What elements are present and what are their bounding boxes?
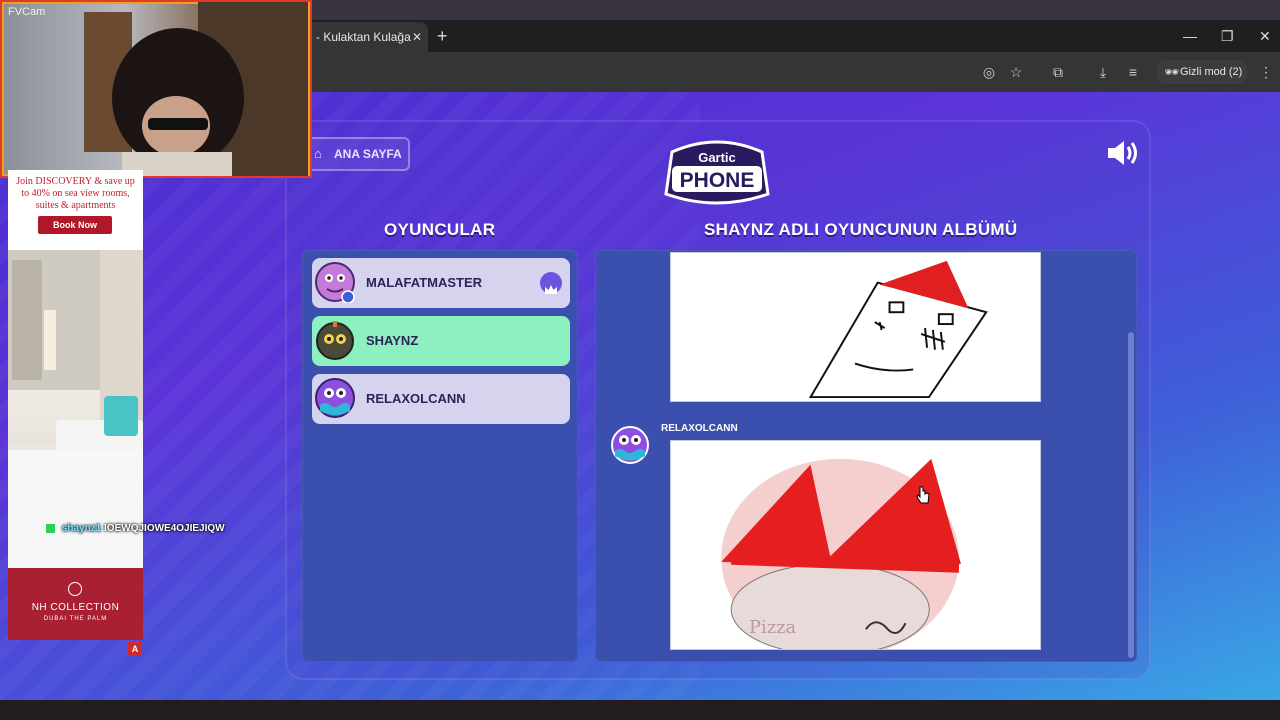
player-name: RELAXOLCANN	[366, 391, 466, 406]
players-title: OYUNCULAR	[384, 220, 496, 239]
chat-text: IOEWQJIOWE4OJIEJIQW	[104, 523, 225, 534]
new-tab-button[interactable]: +	[437, 26, 448, 46]
chat-message: shaynz1 IOEWQJIOWE4OJIEJIQW	[46, 523, 225, 537]
album-entry-author: RELAXOLCANN	[661, 423, 738, 434]
incognito-label: Gizli mod (2)	[1180, 66, 1243, 78]
eye-off-icon[interactable]: ◎	[981, 64, 997, 80]
hand-cursor-icon	[916, 486, 930, 504]
close-tab-icon[interactable]: ✕	[412, 22, 422, 52]
ad-choice-badge[interactable]: A	[128, 642, 142, 656]
window-bottom-strip	[0, 700, 1280, 720]
extensions-icon[interactable]: ⧉	[1050, 64, 1066, 80]
album-title: SHAYNZ ADLI OYUNCUNUN ALBÜMÜ	[704, 220, 1018, 239]
drawing-pizza: Pizza	[670, 440, 1041, 650]
menu-kebab-icon[interactable]: ⋮	[1258, 64, 1274, 80]
home-button-label: ANA SAYFA	[334, 147, 402, 161]
crown-icon	[540, 272, 562, 294]
restore-icon[interactable]: ❐	[1221, 28, 1234, 44]
player-card-shaynz[interactable]: SHAYNZ	[312, 316, 570, 366]
ad-logo-icon	[68, 582, 82, 596]
ad-text: Join DISCOVERY & save up to 40% on sea v…	[16, 176, 135, 211]
webcam-label: FVCam	[8, 6, 46, 18]
home-button[interactable]: ⌂ ANA SAYFA	[306, 137, 410, 171]
star-icon[interactable]: ☆	[1008, 64, 1024, 80]
drawing-scribble-text: Pizza	[749, 617, 796, 638]
players-panel	[302, 250, 578, 662]
advertisement[interactable]: Join DISCOVERY & save up to 40% on sea v…	[8, 170, 143, 640]
webcam-overlay: FVCam	[0, 0, 312, 178]
gartic-phone-logo: Gartic PHONE	[664, 140, 770, 205]
avatar-icon	[316, 321, 354, 360]
close-window-icon[interactable]: ✕	[1259, 28, 1271, 44]
player-name: SHAYNZ	[366, 333, 419, 348]
album-author-avatar-icon	[611, 426, 649, 464]
incognito-icon: 🕶	[1164, 65, 1180, 79]
album-scrollbar[interactable]	[1128, 332, 1134, 658]
chat-badge-icon	[46, 523, 55, 533]
incognito-badge[interactable]: 🕶 Gizli mod (2)	[1156, 60, 1248, 84]
ad-brand: NH COLLECTION	[31, 602, 120, 613]
media-control-icon[interactable]: ≡	[1125, 64, 1141, 80]
ad-brand-panel: NH COLLECTION DUBAI THE PALM	[8, 568, 143, 640]
chat-username: shaynz1	[61, 523, 102, 534]
tab-title: e - Kulaktan Kulağa	[306, 30, 411, 44]
logo-top-text: Gartic	[698, 150, 736, 165]
player-name: MALAFATMASTER	[366, 275, 483, 290]
minimize-icon[interactable]: —	[1183, 28, 1197, 44]
download-icon[interactable]: ⤓	[1095, 64, 1111, 80]
webcam-person-image	[84, 2, 308, 176]
browser-tab[interactable]: e - Kulaktan Kulağa ✕	[300, 22, 428, 52]
drawing-clown-face	[670, 252, 1041, 402]
ad-sub: DUBAI THE PALM	[43, 616, 108, 622]
avatar-icon	[315, 378, 355, 418]
speaker-icon[interactable]	[1106, 138, 1140, 168]
game-page: ⌂ ANA SAYFA Gartic PHONE OYUNCULAR SHAYN…	[0, 92, 1280, 700]
logo-bottom-text: PHONE	[680, 169, 755, 192]
ad-hotel-room-image	[8, 250, 143, 568]
book-now-button[interactable]: Book Now	[38, 216, 112, 234]
avatar-icon	[315, 262, 355, 303]
home-icon: ⌂	[314, 146, 322, 161]
player-card-malafatmaster[interactable]: MALAFATMASTER	[312, 258, 570, 308]
player-card-relaxolcann[interactable]: RELAXOLCANN	[312, 374, 570, 424]
